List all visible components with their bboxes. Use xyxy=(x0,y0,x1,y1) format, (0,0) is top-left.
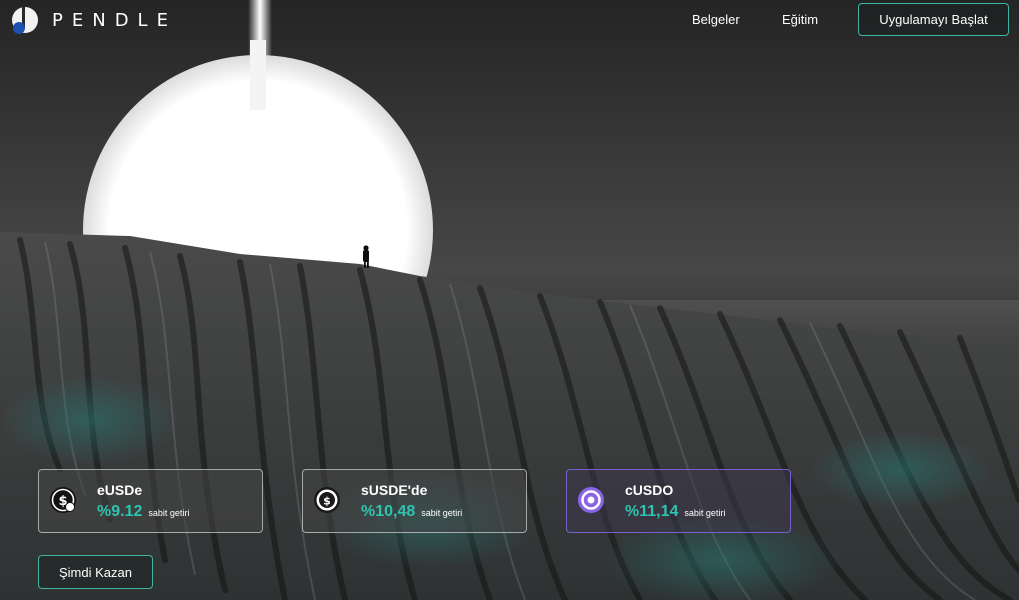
eusde-token-icon: $ xyxy=(49,486,77,514)
pool-apy-label: sabit getiri xyxy=(421,508,463,518)
brand-logo[interactable]: PENDLE xyxy=(10,5,177,35)
pool-apy-value: %9.12 xyxy=(97,503,143,520)
nav-link-education[interactable]: Eğitim xyxy=(782,12,818,27)
pool-apy: %10,48 sabit getiri xyxy=(361,503,462,521)
pool-name: eUSDe xyxy=(97,482,143,498)
pool-apy-value: %11,14 xyxy=(625,503,679,520)
pool-apy-label: sabit getiri xyxy=(148,508,190,518)
landing-page: PENDLE Belgeler Eğitim Uygulamayı Başlat… xyxy=(0,0,1019,600)
launch-app-button[interactable]: Uygulamayı Başlat xyxy=(858,3,1009,36)
top-nav: PENDLE Belgeler Eğitim Uygulamayı Başlat xyxy=(0,0,1019,42)
pool-apy: %11,14 sabit getiri xyxy=(625,503,725,521)
pendle-logo-icon xyxy=(10,5,40,35)
pool-apy-label: sabit getiri xyxy=(684,508,726,518)
brand-name: PENDLE xyxy=(52,9,177,31)
cusdo-token-icon xyxy=(577,486,605,514)
pool-name: cUSDO xyxy=(625,482,674,498)
pool-card-eusde[interactable]: $ eUSDe %9.12 sabit getiri xyxy=(38,469,263,533)
pool-name: sUSDE'de xyxy=(361,482,428,498)
susde-token-icon: $ xyxy=(313,486,341,514)
svg-text:$: $ xyxy=(323,495,331,508)
pool-card-susde[interactable]: $ sUSDE'de %10,48 sabit getiri xyxy=(302,469,527,533)
pool-card-cusdo[interactable]: cUSDO %11,14 sabit getiri xyxy=(566,469,791,533)
pool-apy: %9.12 sabit getiri xyxy=(97,503,189,521)
pool-apy-value: %10,48 xyxy=(361,503,416,520)
earn-now-button[interactable]: Şimdi Kazan xyxy=(38,555,153,589)
nav-link-docs[interactable]: Belgeler xyxy=(692,12,740,27)
